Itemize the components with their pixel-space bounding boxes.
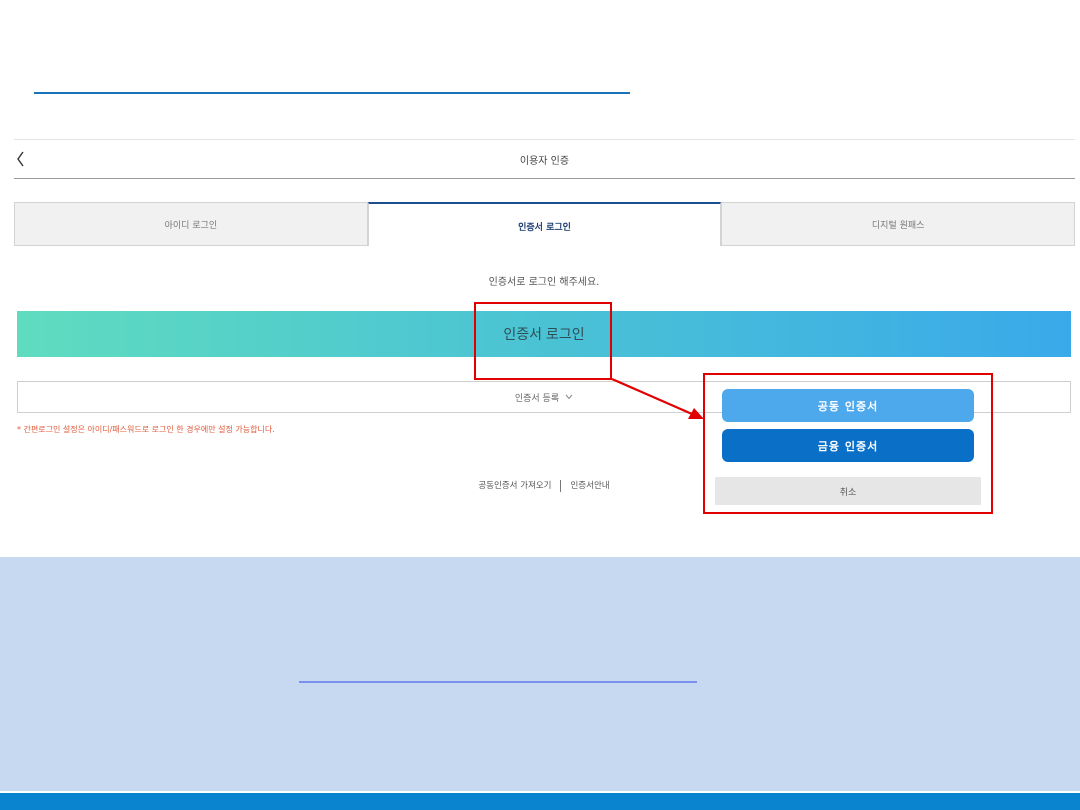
tab-digital-onepass[interactable]: 디지털 원패스 <box>721 202 1076 246</box>
tab-id-login[interactable]: 아이디 로그인 <box>14 202 368 246</box>
chevron-down-icon <box>565 393 573 402</box>
login-tabs: 아이디 로그인 인증서 로그인 디지털 원패스 <box>14 202 1076 246</box>
easy-login-notice: * 간편로그인 설정은 아이디/패스워드로 로그인 한 경우에만 설정 가능합니… <box>17 425 275 434</box>
login-instruction: 인증서로 로그인 해주세요. <box>488 277 600 288</box>
link-separator <box>560 479 562 492</box>
lower-panel <box>0 557 1080 791</box>
tab-cert-login[interactable]: 인증서 로그인 <box>367 202 722 246</box>
import-cert-link[interactable]: 공동인증서 가져오기 <box>478 481 551 491</box>
page-title: 이용자 인증 <box>519 156 570 167</box>
cancel-button[interactable]: 취소 <box>715 477 981 505</box>
finance-cert-button[interactable]: 금융 인증서 <box>722 429 974 462</box>
cert-register-label: 인증서 등록 <box>514 393 560 404</box>
lower-divider-line <box>299 681 697 683</box>
cert-login-highlight <box>474 302 612 380</box>
cert-guide-link[interactable]: 인증서안내 <box>570 481 609 491</box>
joint-cert-button[interactable]: 공동 인증서 <box>722 389 974 422</box>
bottom-bar <box>0 793 1080 810</box>
page-header: 이용자 인증 <box>14 139 1075 179</box>
top-divider-line <box>34 92 630 94</box>
